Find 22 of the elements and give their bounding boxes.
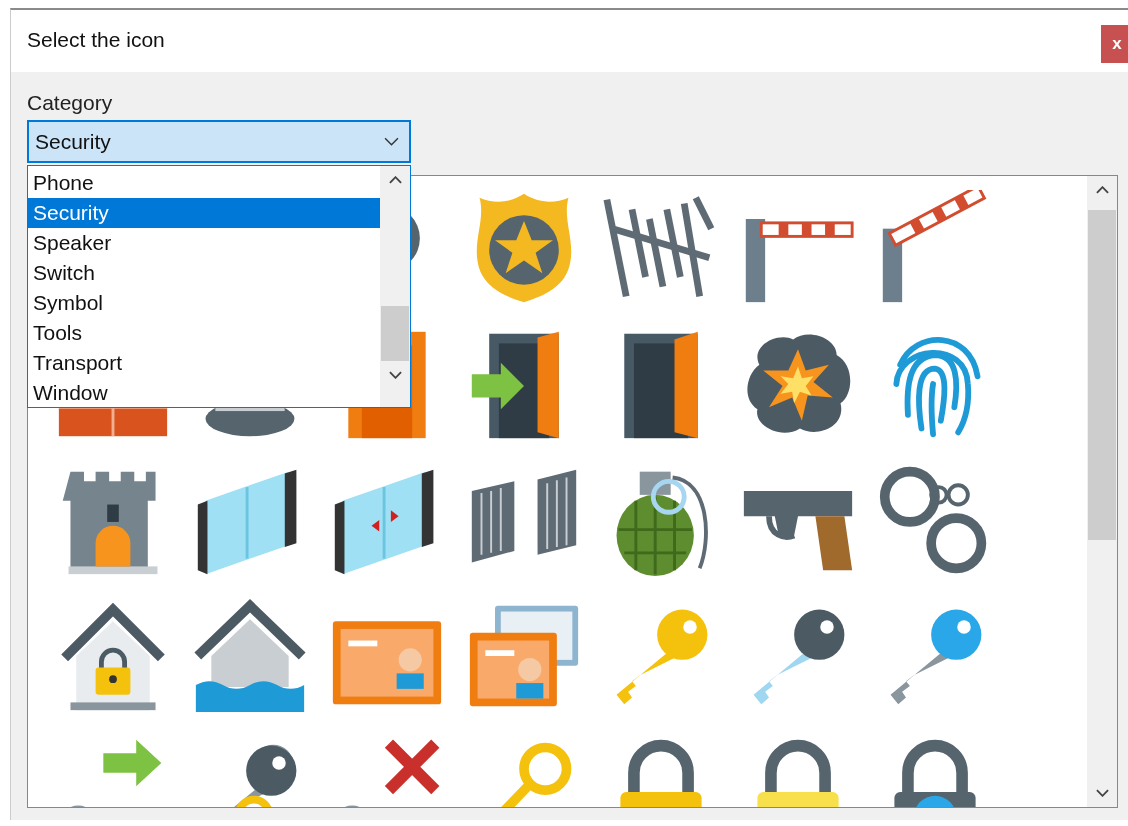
window-title: Select the icon [27,28,165,52]
category-label: Category [27,90,113,116]
scroll-down-icon[interactable] [1095,789,1109,797]
scroll-down-icon[interactable] [388,371,402,379]
scroll-up-icon[interactable] [1095,186,1109,194]
dropdown-option[interactable]: Window [28,378,380,408]
scroll-up-icon[interactable] [388,176,402,184]
dropdown-option[interactable]: Speaker [28,228,380,258]
dropdown-option[interactable]: Transport [28,348,380,378]
scroll-thumb[interactable] [381,306,409,361]
chevron-down-icon [384,137,399,146]
scroll-thumb[interactable] [1088,210,1116,540]
scrollbar[interactable] [1087,176,1117,807]
dropdown-option[interactable]: Tools [28,318,380,348]
category-dropdown[interactable]: Security [27,120,411,163]
scrollbar[interactable] [380,166,410,407]
dropdown-option[interactable]: Security [28,198,380,228]
close-button[interactable]: x [1101,25,1128,63]
dropdown-option[interactable]: Symbol [28,288,380,318]
dropdown-option[interactable]: Phone [28,168,380,198]
house-flood-icon[interactable] [191,598,308,714]
dropdown-option[interactable]: Switch [28,258,380,288]
